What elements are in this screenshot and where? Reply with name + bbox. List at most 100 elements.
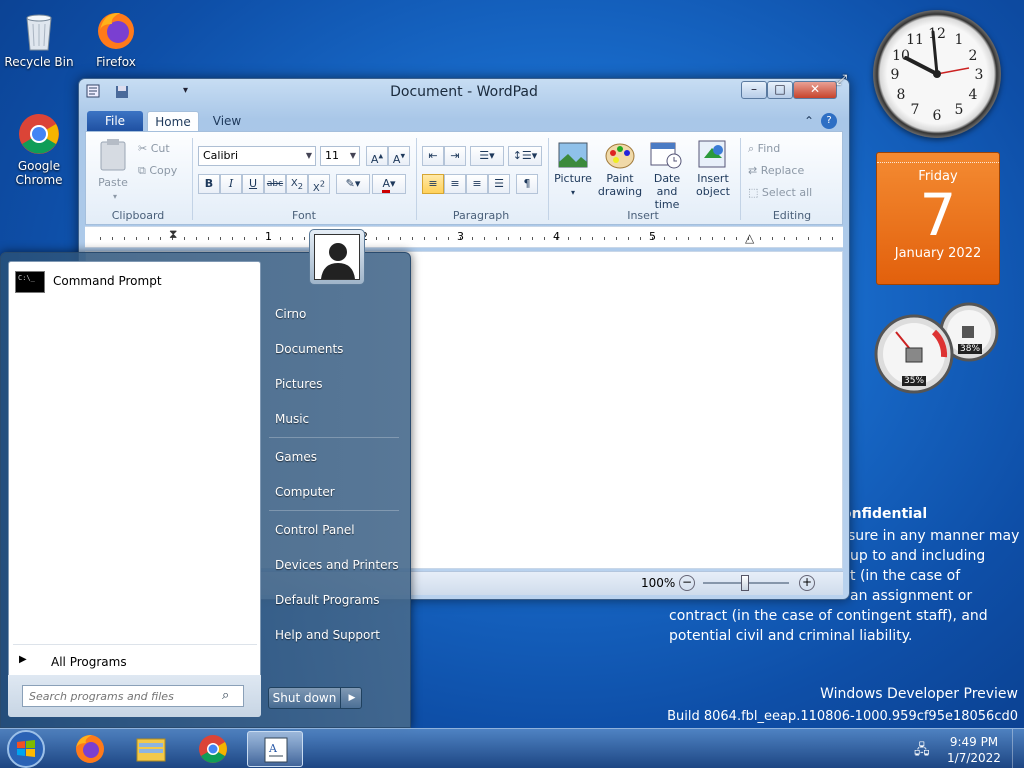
maximize-button[interactable]: □ bbox=[767, 81, 793, 99]
insert-object-button[interactable]: Insert object bbox=[692, 172, 734, 198]
increase-indent-icon: ⇥ bbox=[450, 149, 460, 162]
start-item-help-support[interactable]: Help and Support bbox=[275, 628, 380, 642]
decrease-indent-button[interactable]: ⇤ bbox=[422, 146, 444, 166]
shrink-font-button[interactable]: A▾ bbox=[388, 146, 410, 166]
start-item-user[interactable]: Cirno bbox=[275, 307, 306, 321]
replace-button[interactable]: ⇄ Replace bbox=[748, 164, 804, 177]
taskbar-wordpad-active[interactable]: A bbox=[247, 731, 303, 767]
align-center-button[interactable]: ≡ bbox=[444, 174, 466, 194]
shutdown-button[interactable]: Shut down bbox=[269, 688, 341, 708]
search-icon[interactable]: ⌕ bbox=[222, 688, 229, 703]
strikethrough-button[interactable]: abc bbox=[264, 174, 286, 194]
paste-dropdown-icon[interactable]: ▾ bbox=[110, 190, 120, 203]
close-button[interactable]: ✕ bbox=[793, 81, 837, 99]
window-title: Document - WordPad bbox=[390, 84, 538, 100]
increase-indent-button[interactable]: ⇥ bbox=[444, 146, 466, 166]
paste-button[interactable]: Paste bbox=[92, 176, 134, 189]
cut-button[interactable]: ✂ Cut bbox=[138, 142, 170, 155]
select-all-button[interactable]: ⬚ Select all bbox=[748, 186, 812, 199]
ruler[interactable]: ⧗ △ 1 2 3 4 5 bbox=[85, 226, 843, 248]
start-item-documents[interactable]: Documents bbox=[275, 342, 343, 356]
show-desktop-button[interactable] bbox=[1012, 729, 1024, 768]
start-menu[interactable]: C:\_ Command Prompt ▶ All Programs ⌕ Cir… bbox=[0, 229, 411, 728]
start-item-default-programs[interactable]: Default Programs bbox=[275, 593, 380, 607]
wordpad-icon: A bbox=[264, 737, 288, 763]
underline-button[interactable]: U bbox=[242, 174, 264, 194]
calendar-gadget[interactable]: Friday 7 January 2022 bbox=[876, 152, 1000, 285]
start-item-music[interactable]: Music bbox=[275, 412, 309, 426]
tab-view[interactable]: View bbox=[205, 111, 249, 132]
all-programs-button[interactable]: ▶ All Programs bbox=[17, 652, 253, 674]
search-input[interactable] bbox=[22, 685, 244, 707]
watermark-line: t (in the case of bbox=[850, 568, 961, 584]
zoom-slider-thumb[interactable] bbox=[741, 575, 749, 591]
chrome-icon bbox=[199, 735, 227, 763]
select-all-icon: ⬚ bbox=[748, 186, 762, 199]
calendar-date: 7 bbox=[919, 181, 957, 249]
tab-home[interactable]: Home bbox=[147, 111, 199, 132]
align-right-button[interactable]: ≡ bbox=[466, 174, 488, 194]
copy-button[interactable]: ⧉ Copy bbox=[138, 164, 177, 177]
minimize-button[interactable]: – bbox=[741, 81, 767, 99]
calendar-month: January 2022 bbox=[894, 246, 982, 261]
help-icon[interactable]: ? bbox=[821, 113, 837, 129]
zoom-out-button[interactable]: − bbox=[679, 575, 695, 591]
ribbon-minimize-icon[interactable]: ⌃ bbox=[801, 111, 817, 132]
tab-file[interactable]: File bbox=[87, 111, 143, 132]
justify-icon: ☰ bbox=[494, 177, 504, 190]
svg-text:4: 4 bbox=[969, 87, 978, 103]
align-left-button[interactable]: ≡ bbox=[422, 174, 444, 194]
network-icon[interactable]: 🖧 bbox=[914, 739, 930, 763]
ribbon-separator bbox=[416, 138, 417, 220]
paragraph-button[interactable]: ¶ bbox=[516, 174, 538, 194]
italic-button[interactable]: I bbox=[220, 174, 242, 194]
svg-text:A: A bbox=[268, 742, 278, 755]
strikethrough-icon: abc bbox=[266, 179, 284, 189]
system-clock[interactable]: 9:49 PM 1/7/2022 bbox=[944, 734, 1004, 766]
desktop-icon-firefox[interactable]: Firefox bbox=[80, 8, 152, 69]
start-button[interactable] bbox=[4, 729, 48, 768]
zoom-in-button[interactable]: + bbox=[799, 575, 815, 591]
taskbar-explorer[interactable] bbox=[123, 731, 179, 767]
start-item-pictures[interactable]: Pictures bbox=[275, 377, 323, 391]
taskbar-firefox[interactable] bbox=[62, 731, 118, 767]
right-indent-marker-icon[interactable]: △ bbox=[745, 231, 754, 245]
justify-button[interactable]: ☰ bbox=[488, 174, 510, 194]
desktop-icon-label: Recycle Bin bbox=[4, 55, 74, 69]
start-item-control-panel[interactable]: Control Panel bbox=[275, 523, 355, 537]
watermark-line: potential civil and criminal liability. bbox=[669, 628, 913, 644]
date-time-button[interactable]: Date and time bbox=[642, 172, 692, 211]
paint-drawing-button[interactable]: Paint drawing bbox=[596, 172, 644, 198]
find-button[interactable]: ⌕ Find bbox=[748, 142, 780, 155]
program-command-prompt[interactable]: C:\_ Command Prompt bbox=[13, 268, 257, 296]
subscript-button[interactable]: X2 bbox=[286, 174, 308, 194]
line-spacing-button[interactable]: ↕☰▾ bbox=[508, 146, 542, 166]
bullets-button[interactable]: ☰▾ bbox=[470, 146, 504, 166]
desktop-icon-recycle-bin[interactable]: Recycle Bin bbox=[3, 8, 75, 69]
start-item-computer[interactable]: Computer bbox=[275, 485, 335, 499]
cpu-meter-gadget[interactable]: 35% 38% bbox=[874, 302, 1000, 398]
line-spacing-icon: ↕☰▾ bbox=[512, 149, 538, 162]
font-family-select[interactable]: Calibri ▼ bbox=[198, 146, 316, 166]
shutdown-options-arrow-icon[interactable]: ▶ bbox=[343, 688, 361, 708]
user-avatar[interactable] bbox=[309, 229, 365, 285]
superscript-button[interactable]: X2 bbox=[308, 174, 330, 194]
start-item-devices-printers[interactable]: Devices and Printers bbox=[275, 558, 399, 572]
grow-font-button[interactable]: A▴ bbox=[366, 146, 388, 166]
desktop-icon-chrome[interactable]: Google Chrome bbox=[3, 112, 75, 187]
resize-cursor-icon: ⤢ bbox=[836, 72, 848, 88]
bold-button[interactable]: B bbox=[198, 174, 220, 194]
clock-gadget[interactable]: 12 1 2 345 678 9 10 11 bbox=[873, 10, 1001, 138]
picture-button[interactable]: Picture ▾ bbox=[550, 172, 596, 199]
watermark-title: onfidential bbox=[842, 506, 928, 522]
start-item-games[interactable]: Games bbox=[275, 450, 317, 464]
highlight-button[interactable]: ✎▾ bbox=[336, 174, 370, 194]
taskbar: A 🖧 9:49 PM 1/7/2022 bbox=[0, 728, 1024, 768]
taskbar-chrome[interactable] bbox=[185, 731, 241, 767]
svg-text:5: 5 bbox=[955, 102, 964, 118]
svg-text:9: 9 bbox=[891, 67, 900, 83]
font-size-select[interactable]: 11 ▼ bbox=[320, 146, 360, 166]
indent-marker-icon[interactable]: ⧗ bbox=[169, 227, 177, 242]
font-color-button[interactable]: A▾ bbox=[372, 174, 406, 194]
svg-text:12: 12 bbox=[928, 26, 946, 42]
